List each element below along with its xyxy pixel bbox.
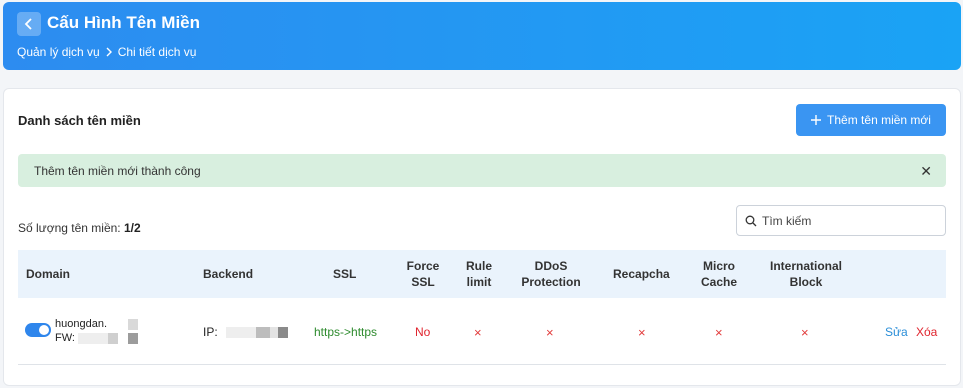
edit-link[interactable]: Sửa xyxy=(885,299,908,365)
close-icon[interactable]: ✕ xyxy=(920,163,932,180)
col-ssl: SSL xyxy=(333,267,357,281)
redacted-block xyxy=(225,326,256,338)
domain-count: Số lượng tên miền: 1/2 xyxy=(18,221,141,235)
redacted-block xyxy=(108,332,119,344)
domain-panel: Danh sách tên miền Thêm tên miền mới Thê… xyxy=(3,88,961,386)
redacted-block xyxy=(78,332,109,344)
page-header: Cấu Hình Tên Miền Quản lý dịch vụ Chi ti… xyxy=(3,2,961,70)
breadcrumb-item-detail: Chi tiết dịch vụ xyxy=(117,45,197,59)
col-force-ssl: Force SSL xyxy=(406,259,440,289)
col-recapcha: Recapcha xyxy=(613,267,670,281)
redacted-block xyxy=(255,326,270,338)
add-domain-button[interactable]: Thêm tên miền mới xyxy=(796,104,946,136)
section-title: Danh sách tên miền xyxy=(18,113,141,128)
col-ddos: DDoS Protection xyxy=(521,259,581,289)
col-domain: Domain xyxy=(26,267,71,281)
breadcrumb-item-services[interactable]: Quản lý dịch vụ xyxy=(17,45,100,59)
delete-link[interactable]: Xóa xyxy=(916,299,937,365)
domain-cell: huongdan. FW: xyxy=(55,317,139,345)
chevron-right-icon xyxy=(106,47,112,57)
page-title: Cấu Hình Tên Miền xyxy=(47,13,200,32)
add-domain-label: Thêm tên miền mới xyxy=(827,113,931,127)
force-ssl-cell: No xyxy=(415,325,431,339)
intl-block-cell: × xyxy=(801,324,809,340)
table-row: huongdan. FW: IP: https->https No × × × … xyxy=(18,299,946,365)
rule-limit-cell: × xyxy=(474,324,482,340)
col-rule-limit: Rule limit xyxy=(465,259,492,289)
table-header: Domain Backend SSL Force SSL Rule limit … xyxy=(18,250,946,298)
redacted-block xyxy=(128,318,139,330)
ip-label: IP: xyxy=(203,325,218,339)
search-icon xyxy=(745,215,757,226)
search-input[interactable] xyxy=(762,213,932,228)
redacted-block xyxy=(277,326,288,338)
col-micro-cache: Micro Cache xyxy=(700,259,738,289)
domain-enabled-toggle[interactable] xyxy=(25,323,51,337)
count-label: Số lượng tên miền: xyxy=(18,221,121,235)
back-button[interactable] xyxy=(17,12,41,36)
ssl-cell: https->https xyxy=(314,325,378,339)
recapcha-cell: × xyxy=(638,324,646,340)
micro-cache-cell: × xyxy=(715,324,723,340)
domain-name: huongdan. xyxy=(55,318,107,330)
redacted-block xyxy=(269,326,278,338)
search-box[interactable] xyxy=(736,205,946,236)
alert-message: Thêm tên miền mới thành công xyxy=(34,163,201,178)
fw-label: FW: xyxy=(55,332,75,344)
success-alert: Thêm tên miền mới thành công ✕ xyxy=(18,154,946,187)
redacted-block xyxy=(128,332,139,344)
ddos-cell: × xyxy=(546,324,554,340)
col-backend: Backend xyxy=(203,267,254,281)
col-intl-block: International Block xyxy=(769,259,842,289)
chevron-left-icon xyxy=(24,18,32,30)
breadcrumb: Quản lý dịch vụ Chi tiết dịch vụ xyxy=(17,45,196,59)
count-value: 1/2 xyxy=(123,221,141,235)
redacted-block xyxy=(118,332,129,344)
backend-cell: IP: xyxy=(203,299,288,365)
plus-icon xyxy=(811,115,822,125)
